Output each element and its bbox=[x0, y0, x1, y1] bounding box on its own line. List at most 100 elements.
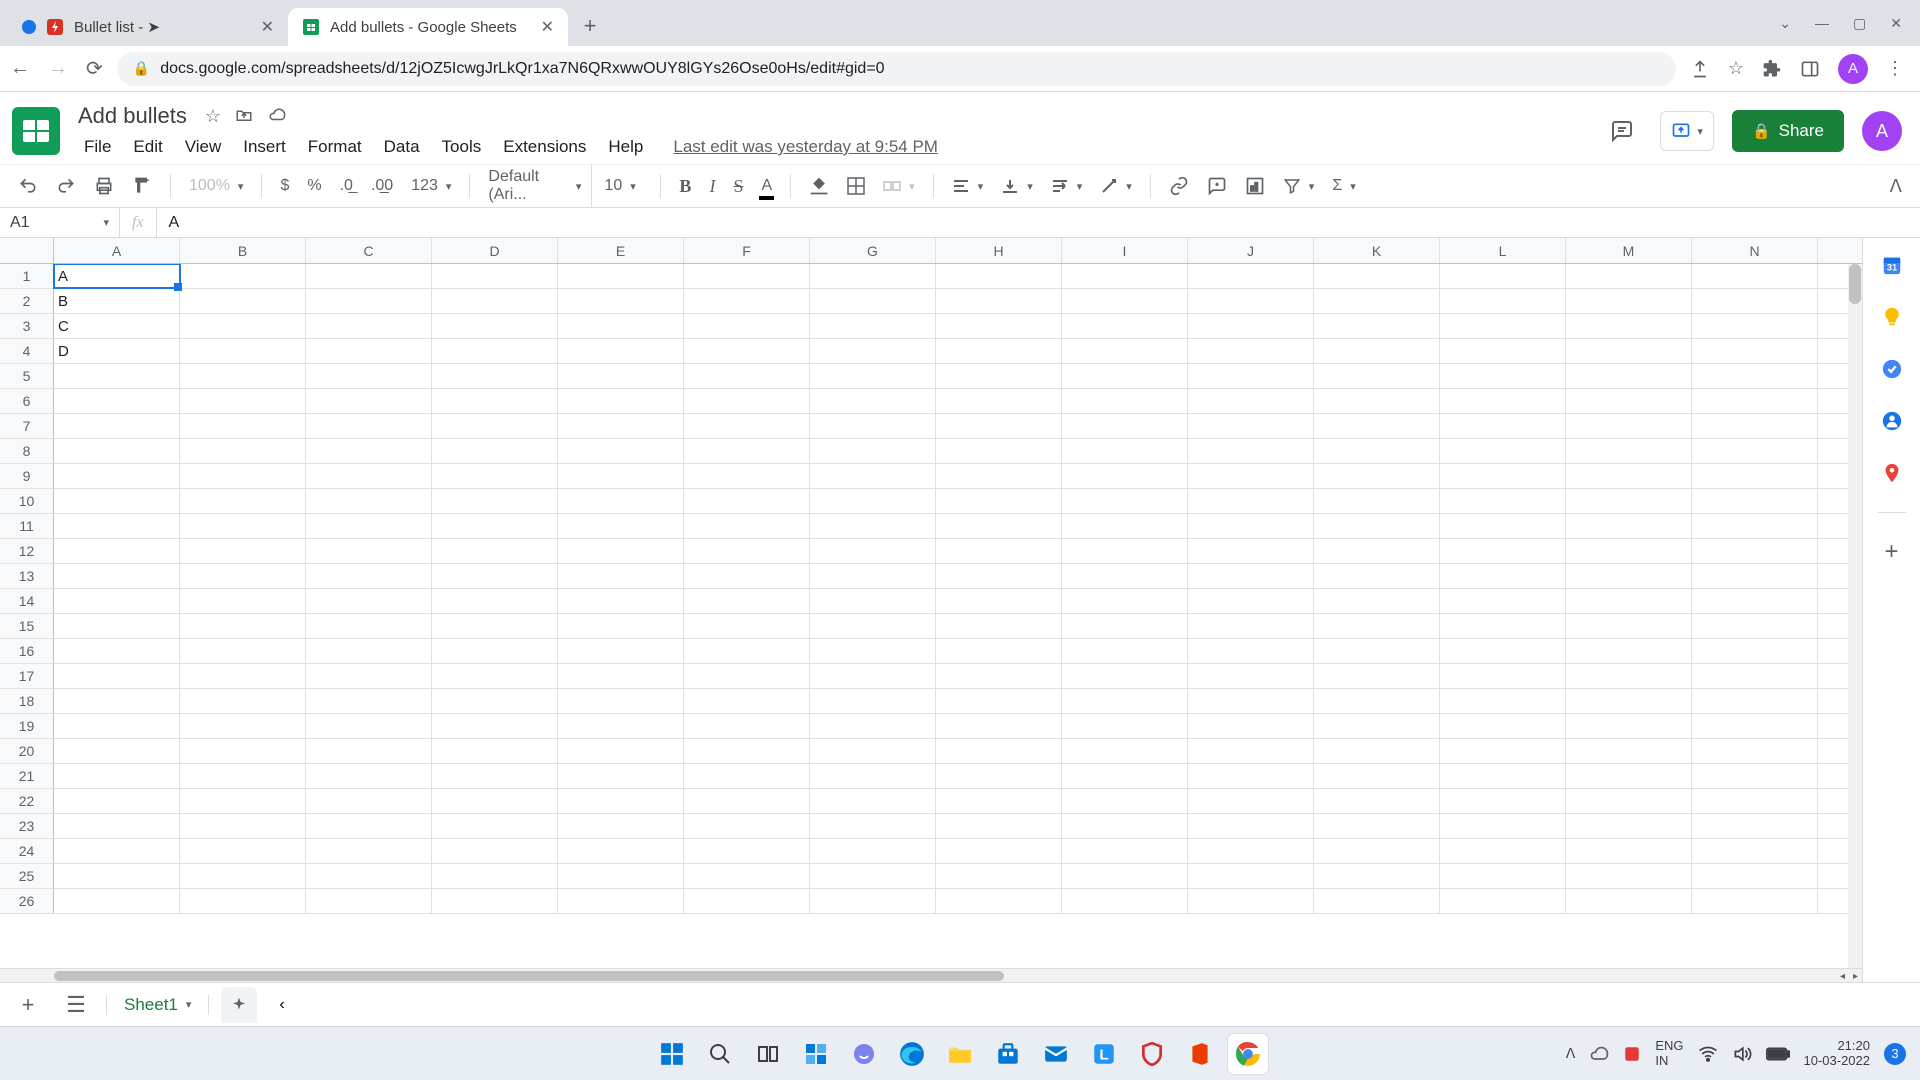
row-header[interactable]: 23 bbox=[0, 814, 54, 838]
cell[interactable] bbox=[1566, 514, 1692, 538]
cell[interactable] bbox=[1062, 539, 1188, 563]
cell[interactable] bbox=[1566, 464, 1692, 488]
cell[interactable] bbox=[1314, 539, 1440, 563]
strikethrough-button[interactable]: S bbox=[727, 172, 749, 201]
cell[interactable] bbox=[180, 589, 306, 613]
row-header[interactable]: 13 bbox=[0, 564, 54, 588]
column-header[interactable]: M bbox=[1566, 238, 1692, 263]
cell[interactable] bbox=[936, 539, 1062, 563]
cell[interactable] bbox=[1062, 814, 1188, 838]
cell[interactable] bbox=[1692, 364, 1818, 388]
cell[interactable] bbox=[684, 414, 810, 438]
cell[interactable] bbox=[432, 589, 558, 613]
cell[interactable] bbox=[1566, 339, 1692, 363]
cell[interactable] bbox=[432, 739, 558, 763]
row-header[interactable]: 2 bbox=[0, 289, 54, 313]
zoom-select[interactable]: 100% bbox=[183, 173, 249, 199]
cell[interactable] bbox=[1188, 464, 1314, 488]
cell[interactable] bbox=[810, 614, 936, 638]
battery-icon[interactable] bbox=[1766, 1046, 1790, 1062]
cell[interactable] bbox=[1188, 564, 1314, 588]
cell[interactable] bbox=[306, 639, 432, 663]
cell[interactable] bbox=[306, 539, 432, 563]
cell[interactable] bbox=[1440, 664, 1566, 688]
cell[interactable] bbox=[1692, 514, 1818, 538]
cell[interactable] bbox=[1314, 439, 1440, 463]
cell[interactable] bbox=[1692, 664, 1818, 688]
row-header[interactable]: 9 bbox=[0, 464, 54, 488]
cell[interactable] bbox=[1440, 714, 1566, 738]
cell[interactable] bbox=[306, 339, 432, 363]
cell[interactable] bbox=[936, 839, 1062, 863]
cell[interactable] bbox=[810, 439, 936, 463]
share-button[interactable]: 🔒 Share bbox=[1732, 110, 1844, 152]
name-box[interactable]: A1 bbox=[0, 208, 120, 237]
cell[interactable] bbox=[1188, 864, 1314, 888]
comments-icon[interactable] bbox=[1602, 111, 1642, 151]
cell[interactable] bbox=[432, 264, 558, 288]
mcafee-icon[interactable] bbox=[1132, 1034, 1172, 1074]
cell[interactable] bbox=[936, 264, 1062, 288]
cell[interactable] bbox=[936, 889, 1062, 913]
notification-badge[interactable]: 3 bbox=[1884, 1043, 1906, 1065]
spreadsheet-grid[interactable]: ABCDEFGHIJKLMN 1A2B3C4D56789101112131415… bbox=[0, 238, 1862, 982]
cell[interactable] bbox=[684, 814, 810, 838]
row-header[interactable]: 4 bbox=[0, 339, 54, 363]
cell[interactable] bbox=[1188, 739, 1314, 763]
row-header[interactable]: 5 bbox=[0, 364, 54, 388]
cell[interactable] bbox=[1062, 564, 1188, 588]
close-tab-icon[interactable]: ✕ bbox=[261, 17, 274, 37]
cell[interactable] bbox=[936, 664, 1062, 688]
cell[interactable] bbox=[1314, 714, 1440, 738]
cell[interactable] bbox=[684, 689, 810, 713]
cell[interactable] bbox=[558, 489, 684, 513]
cell[interactable] bbox=[1566, 664, 1692, 688]
cell[interactable] bbox=[1692, 614, 1818, 638]
row-header[interactable]: 16 bbox=[0, 639, 54, 663]
row-header[interactable]: 10 bbox=[0, 489, 54, 513]
cell[interactable] bbox=[1566, 489, 1692, 513]
cell[interactable] bbox=[54, 364, 180, 388]
cell[interactable] bbox=[936, 439, 1062, 463]
cell[interactable] bbox=[180, 714, 306, 738]
cell[interactable] bbox=[1566, 614, 1692, 638]
cell[interactable] bbox=[54, 414, 180, 438]
cell[interactable] bbox=[306, 489, 432, 513]
vertical-scrollbar[interactable] bbox=[1848, 264, 1862, 982]
cell[interactable] bbox=[180, 689, 306, 713]
cell[interactable] bbox=[1440, 689, 1566, 713]
cell[interactable] bbox=[1062, 389, 1188, 413]
maximize-icon[interactable]: ▢ bbox=[1853, 15, 1866, 32]
italic-button[interactable]: I bbox=[703, 172, 721, 201]
cell[interactable] bbox=[54, 689, 180, 713]
cell[interactable] bbox=[558, 664, 684, 688]
row-header[interactable]: 25 bbox=[0, 864, 54, 888]
link-icon[interactable] bbox=[1163, 172, 1195, 200]
cell[interactable] bbox=[558, 864, 684, 888]
cell[interactable] bbox=[936, 789, 1062, 813]
last-edit-link[interactable]: Last edit was yesterday at 9:54 PM bbox=[663, 133, 948, 161]
cell[interactable] bbox=[180, 614, 306, 638]
cell[interactable] bbox=[1062, 614, 1188, 638]
cell[interactable] bbox=[1062, 664, 1188, 688]
cell[interactable] bbox=[1314, 589, 1440, 613]
cell[interactable] bbox=[1062, 714, 1188, 738]
cell[interactable] bbox=[1692, 739, 1818, 763]
cell[interactable] bbox=[936, 389, 1062, 413]
cell[interactable] bbox=[1188, 264, 1314, 288]
cell[interactable] bbox=[1692, 714, 1818, 738]
close-tab-icon[interactable]: ✕ bbox=[541, 17, 554, 37]
cell[interactable] bbox=[432, 564, 558, 588]
cell[interactable] bbox=[684, 439, 810, 463]
bold-button[interactable]: B bbox=[673, 172, 697, 201]
cell[interactable] bbox=[1062, 439, 1188, 463]
cell[interactable] bbox=[558, 614, 684, 638]
cell[interactable] bbox=[432, 389, 558, 413]
menu-tools[interactable]: Tools bbox=[432, 133, 492, 161]
cell[interactable] bbox=[1566, 789, 1692, 813]
rotate-button[interactable] bbox=[1094, 173, 1138, 199]
cell[interactable] bbox=[558, 564, 684, 588]
row-header[interactable]: 18 bbox=[0, 689, 54, 713]
cell[interactable] bbox=[1062, 864, 1188, 888]
doc-title[interactable]: Add bullets bbox=[74, 101, 191, 131]
